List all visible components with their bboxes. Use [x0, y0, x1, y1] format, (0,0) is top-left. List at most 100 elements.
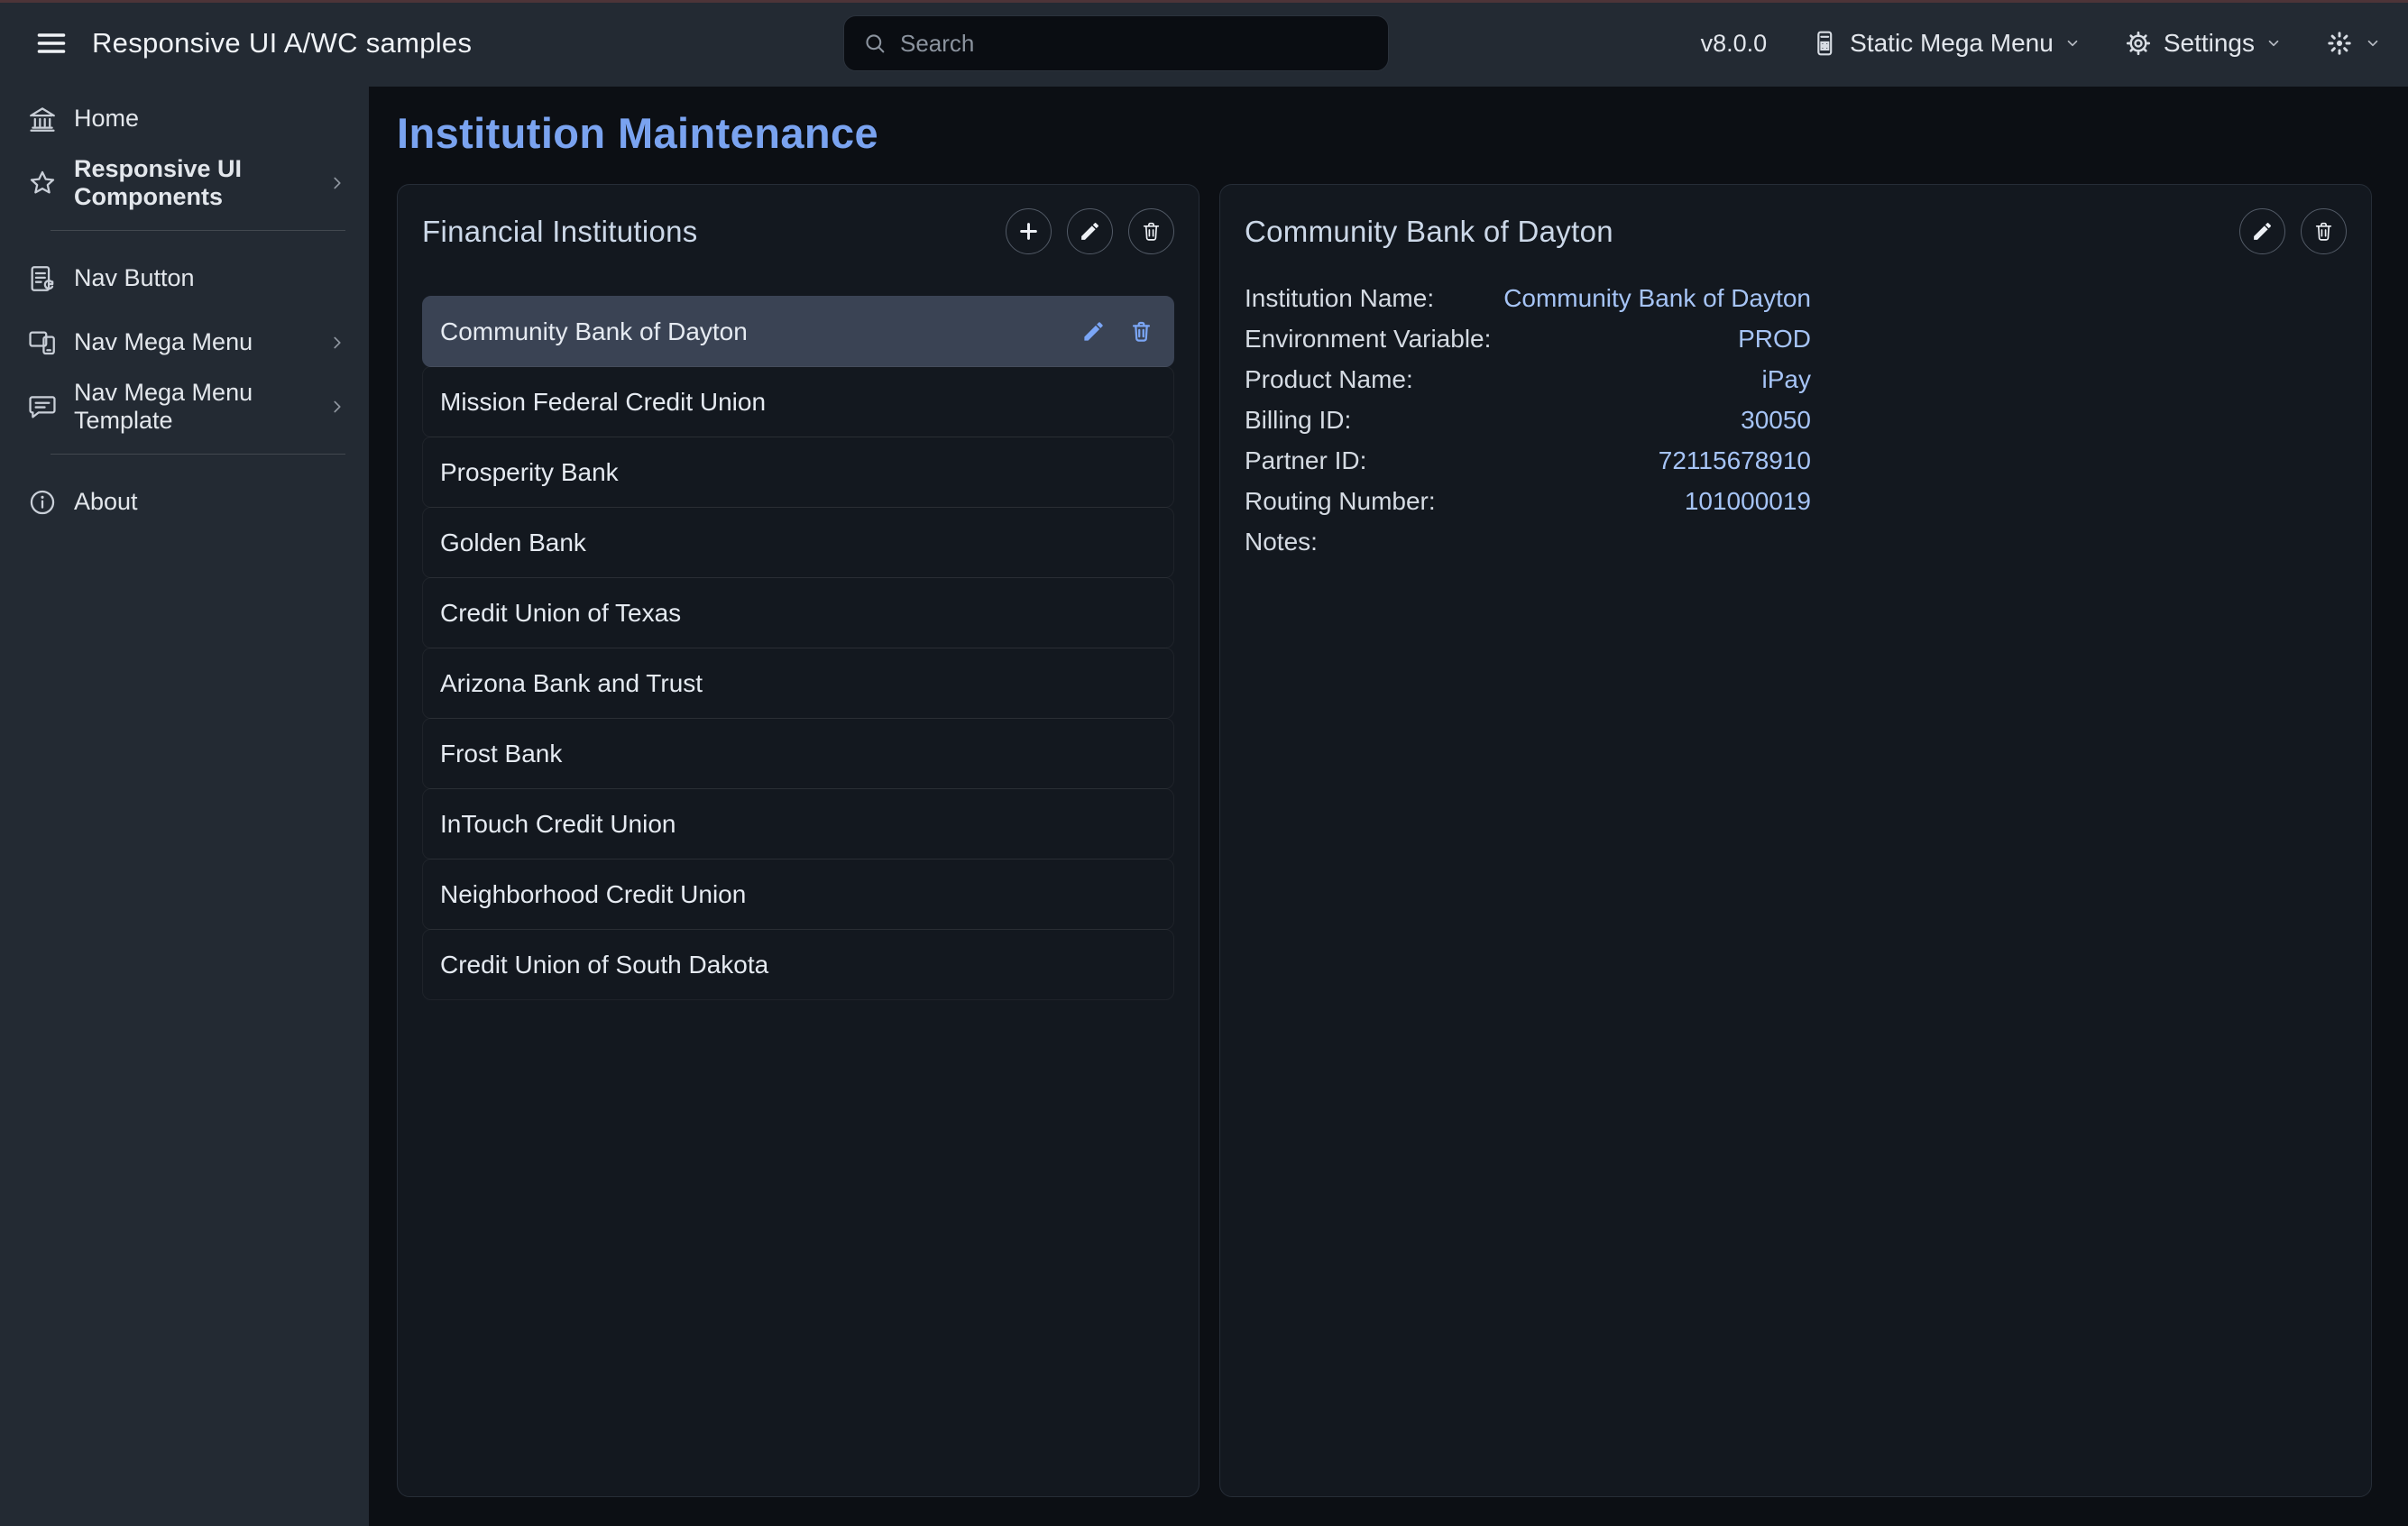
sidebar-item-label: Responsive UI Components [74, 155, 311, 211]
detail-value: 101000019 [1685, 487, 1811, 516]
sidebar-item-label: Home [74, 105, 347, 133]
institution-name: Mission Federal Credit Union [440, 388, 1153, 417]
star-icon [27, 168, 58, 198]
settings-label: Settings [2164, 29, 2255, 58]
search-input[interactable] [900, 30, 1370, 58]
institution-name: Arizona Bank and Trust [440, 669, 1153, 698]
trash-icon [1140, 220, 1163, 243]
sidebar-item-nav-mega-menu-template[interactable]: Nav Mega Menu Template [0, 374, 369, 438]
sidebar-item-home[interactable]: Home [0, 87, 369, 151]
search-icon [862, 31, 887, 56]
institution-row[interactable]: Credit Union of South Dakota [422, 929, 1174, 1000]
detail-value: iPay [1762, 365, 1811, 394]
edit-row-icon[interactable] [1081, 319, 1106, 344]
sidebar-item-about[interactable]: About [0, 470, 369, 534]
detail-label: Environment Variable: [1245, 325, 1738, 354]
search-box[interactable] [843, 15, 1389, 71]
detail-value: Community Bank of Dayton [1503, 284, 1811, 313]
nav-button-doc-icon [27, 263, 58, 294]
institution-name: Credit Union of South Dakota [440, 951, 1153, 979]
topbar-right: v8.0.0 Static Mega Menu Settings [1701, 0, 2381, 87]
version-label: v8.0.0 [1701, 30, 1768, 58]
institution-details: Institution Name: Community Bank of Dayt… [1245, 278, 1811, 562]
sidebar-item-label: Nav Button [74, 264, 347, 292]
institution-name: Community Bank of Dayton [440, 317, 1081, 346]
financial-institutions-panel: Financial Institutions [397, 184, 1199, 1497]
institution-row-selected[interactable]: Community Bank of Dayton [422, 296, 1174, 367]
pencil-icon [2251, 220, 2274, 243]
sidebar-item-label: Nav Mega Menu Template [74, 379, 311, 435]
settings-dropdown[interactable]: Settings [2124, 29, 2282, 58]
bank-home-icon [27, 104, 58, 134]
detail-row: Routing Number: 101000019 [1245, 481, 1811, 521]
sun-icon [2325, 29, 2354, 58]
add-institution-button[interactable] [1006, 208, 1052, 254]
detail-panel-title: Community Bank of Dayton [1245, 215, 1613, 249]
institution-row[interactable]: Arizona Bank and Trust [422, 648, 1174, 719]
institution-name: Credit Union of Texas [440, 599, 1153, 628]
plus-icon [1016, 219, 1041, 244]
detail-label: Partner ID: [1245, 446, 1659, 475]
sidebar-item-responsive-ui-components[interactable]: Responsive UI Components [0, 151, 369, 215]
mega-menu-dropdown[interactable]: Static Mega Menu [1810, 29, 2081, 58]
institution-name: Golden Bank [440, 529, 1153, 557]
detail-row: Notes: [1245, 521, 1811, 562]
institution-detail-panel: Community Bank of Dayton Institution Nam… [1219, 184, 2372, 1497]
detail-label: Institution Name: [1245, 284, 1503, 313]
sidebar-divider [51, 230, 345, 231]
speech-bubble-icon [27, 391, 58, 422]
detail-row: Environment Variable: PROD [1245, 318, 1811, 359]
app-title: Responsive UI A/WC samples [92, 27, 472, 60]
institution-row[interactable]: Neighborhood Credit Union [422, 859, 1174, 930]
mega-menu-label: Static Mega Menu [1850, 29, 2054, 58]
panel-title: Financial Institutions [422, 215, 698, 249]
detail-row: Institution Name: Community Bank of Dayt… [1245, 278, 1811, 318]
sidebar-item-label: About [74, 488, 347, 516]
sidebar-divider [51, 454, 345, 455]
institution-row[interactable]: Golden Bank [422, 507, 1174, 578]
chevron-right-icon [327, 333, 347, 353]
hamburger-menu-icon[interactable] [27, 19, 76, 68]
institution-row[interactable]: Prosperity Bank [422, 437, 1174, 508]
institution-name: Neighborhood Credit Union [440, 880, 1153, 909]
detail-row: Product Name: iPay [1245, 359, 1811, 400]
detail-row: Partner ID: 72115678910 [1245, 440, 1811, 481]
institution-row[interactable]: Frost Bank [422, 718, 1174, 789]
info-circle-icon [27, 487, 58, 518]
detail-label: Billing ID: [1245, 406, 1741, 435]
sidebar-item-label: Nav Mega Menu [74, 328, 311, 356]
chevron-down-icon [2365, 35, 2381, 51]
sidebar: Home Responsive UI Components Nav Button… [0, 87, 369, 1526]
sidebar-item-nav-mega-menu[interactable]: Nav Mega Menu [0, 310, 369, 374]
institution-row[interactable]: Credit Union of Texas [422, 577, 1174, 648]
institution-list: Community Bank of Dayton Mission Federal… [422, 296, 1174, 1000]
chevron-down-icon [2064, 35, 2081, 51]
chevron-right-icon [327, 397, 347, 417]
delete-row-icon[interactable] [1129, 319, 1153, 344]
page-title: Institution Maintenance [397, 108, 2372, 159]
institution-name: InTouch Credit Union [440, 810, 1153, 839]
institution-name: Frost Bank [440, 740, 1153, 768]
trash-icon [2312, 220, 2335, 243]
institution-name: Prosperity Bank [440, 458, 1153, 487]
edit-detail-button[interactable] [2239, 208, 2285, 254]
detail-value: 30050 [1741, 406, 1811, 435]
edit-institution-button[interactable] [1067, 208, 1113, 254]
gear-icon [2124, 29, 2153, 58]
chevron-down-icon [2266, 35, 2282, 51]
theme-toggle-dropdown[interactable] [2325, 29, 2381, 58]
detail-value: 72115678910 [1659, 446, 1811, 475]
institution-row[interactable]: InTouch Credit Union [422, 788, 1174, 860]
main-content: Institution Maintenance Financial Instit… [369, 87, 2408, 1526]
devices-icon [27, 327, 58, 358]
pencil-icon [1079, 220, 1101, 243]
detail-label: Product Name: [1245, 365, 1762, 394]
mega-menu-icon [1810, 29, 1839, 58]
detail-value: PROD [1738, 325, 1811, 354]
delete-institution-button[interactable] [1128, 208, 1174, 254]
sidebar-item-nav-button[interactable]: Nav Button [0, 246, 369, 310]
detail-label: Notes: [1245, 528, 1811, 556]
detail-row: Billing ID: 30050 [1245, 400, 1811, 440]
delete-detail-button[interactable] [2301, 208, 2347, 254]
institution-row[interactable]: Mission Federal Credit Union [422, 366, 1174, 437]
